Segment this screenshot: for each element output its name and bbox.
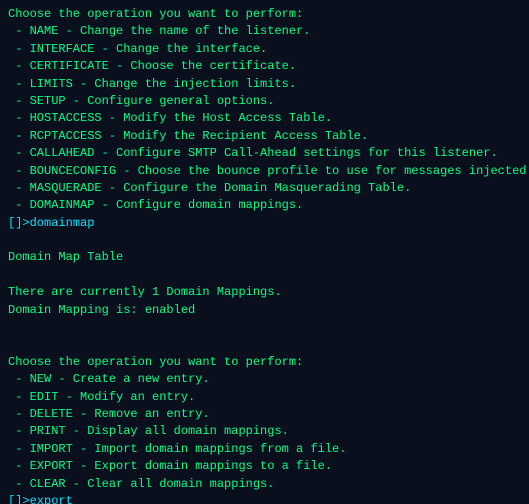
line-2: - NAME - Change the name of the listener… (8, 23, 521, 40)
line-11: - MASQUERADE - Configure the Domain Masq… (8, 180, 521, 197)
prompt-bracket-open: []> (8, 215, 30, 232)
op-edit: - EDIT - Modify an entry. (8, 389, 521, 406)
domain-mappings-count: There are currently 1 Domain Mappings. (8, 284, 521, 301)
op-clear: - CLEAR - Clear all domain mappings. (8, 476, 521, 493)
empty-1 (8, 232, 521, 249)
line-6: - SETUP - Configure general options. (8, 93, 521, 110)
line-1: Choose the operation you want to perform… (8, 6, 521, 23)
line-7: - HOSTACCESS - Modify the Host Access Ta… (8, 110, 521, 127)
prompt-bracket-open-2: []> (8, 493, 30, 504)
line-4: - CERTIFICATE - Choose the certificate. (8, 58, 521, 75)
prompt-export-value: export (30, 493, 73, 504)
empty-2 (8, 267, 521, 284)
prompt-export[interactable]: []> export (8, 493, 521, 504)
line-8: - RCPTACCESS - Modify the Recipient Acce… (8, 128, 521, 145)
line-5: - LIMITS - Change the injection limits. (8, 76, 521, 93)
domain-mapping-status: Domain Mapping is: enabled (8, 302, 521, 319)
terminal-window: Choose the operation you want to perform… (0, 0, 529, 504)
prompt-domainmap-value: domainmap (30, 215, 95, 232)
empty-3 (8, 319, 521, 336)
op-export: - EXPORT - Export domain mappings to a f… (8, 458, 521, 475)
op-print: - PRINT - Display all domain mappings. (8, 423, 521, 440)
empty-4 (8, 336, 521, 353)
line-12: - DOMAINMAP - Configure domain mappings. (8, 197, 521, 214)
op-delete: - DELETE - Remove an entry. (8, 406, 521, 423)
op-new: - NEW - Create a new entry. (8, 371, 521, 388)
choose-operation-2: Choose the operation you want to perform… (8, 354, 521, 371)
line-10: - BOUNCECONFIG - Choose the bounce profi… (8, 163, 521, 180)
domain-map-table-label: Domain Map Table (8, 249, 521, 266)
line-3: - INTERFACE - Change the interface. (8, 41, 521, 58)
line-9: - CALLAHEAD - Configure SMTP Call-Ahead … (8, 145, 521, 162)
op-import: - IMPORT - Import domain mappings from a… (8, 441, 521, 458)
prompt-domainmap[interactable]: []> domainmap (8, 215, 521, 232)
